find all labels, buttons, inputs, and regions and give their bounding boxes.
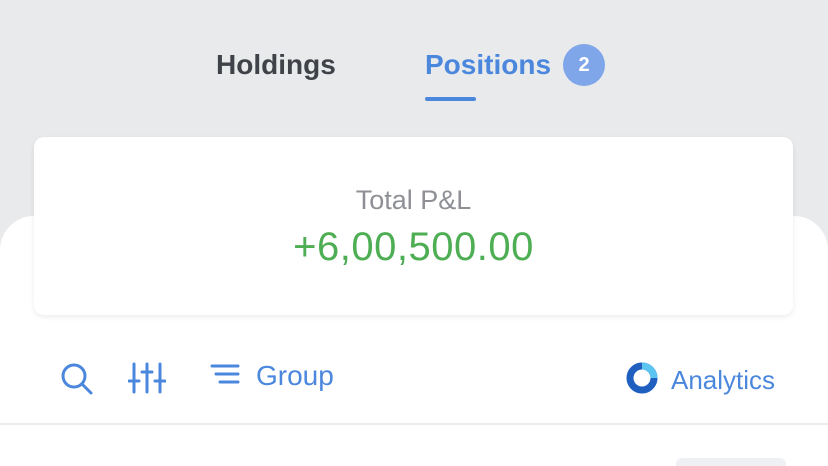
total-pnl-value: +6,00,500.00 xyxy=(293,225,534,269)
tab-positions[interactable]: Positions 2 xyxy=(425,40,606,90)
total-pnl-card: Total P&L +6,00,500.00 xyxy=(34,137,793,315)
search-icon xyxy=(60,362,94,401)
ring-icon xyxy=(625,361,659,400)
tab-positions-label: Positions xyxy=(425,49,552,80)
group-button[interactable]: Group xyxy=(210,360,334,392)
sliders-icon xyxy=(127,360,167,401)
tab-holdings[interactable]: Holdings xyxy=(216,40,336,90)
positions-count-badge: 2 xyxy=(563,44,606,86)
list-icon xyxy=(210,362,240,391)
list-item-peek xyxy=(676,458,786,466)
analytics-button[interactable]: Analytics xyxy=(625,361,775,400)
tab-bar: Holdings Positions 2 xyxy=(0,0,828,105)
active-tab-indicator xyxy=(425,97,476,101)
tab-holdings-label: Holdings xyxy=(216,49,336,80)
search-button[interactable] xyxy=(60,362,94,401)
toolbar-divider xyxy=(0,423,828,425)
positions-toolbar: Group Analytics xyxy=(0,350,828,408)
filter-button[interactable] xyxy=(127,360,167,401)
group-label: Group xyxy=(256,360,334,391)
analytics-label: Analytics xyxy=(671,365,776,395)
total-pnl-label: Total P&L xyxy=(355,185,472,215)
